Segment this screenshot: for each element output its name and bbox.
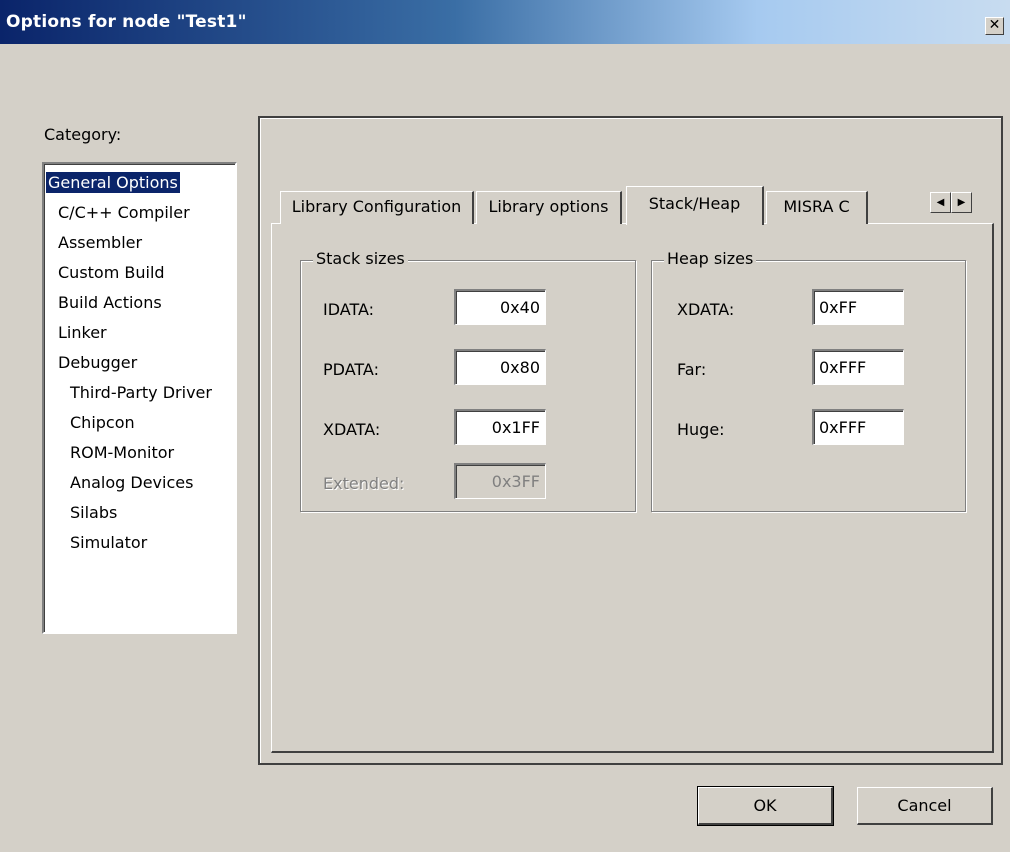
heap-huge-label: Huge: [677,420,725,439]
stack-idata-label: IDATA: [323,300,375,319]
category-item-chipcon[interactable]: Chipcon [44,408,235,438]
category-item-simulator[interactable]: Simulator [44,528,235,558]
tab-library-configuration[interactable]: Library Configuration [280,191,474,224]
title-bar: Options for node "Test1" ✕ [0,0,1010,44]
tab-page-stack-heap: Stack sizes IDATA: PDATA: XDATA: Extende… [271,223,994,753]
stack-sizes-group: Stack sizes IDATA: PDATA: XDATA: Extende… [300,249,636,512]
category-item-linker[interactable]: Linker [44,318,235,348]
category-item-general-options[interactable]: General Options [44,168,235,198]
category-item-custom-build[interactable]: Custom Build [44,258,235,288]
stack-extended-label: Extended: [323,474,405,493]
category-item-debugger[interactable]: Debugger [44,348,235,378]
category-item-analog-devices[interactable]: Analog Devices [44,468,235,498]
stack-sizes-title: Stack sizes [313,249,408,269]
close-button[interactable]: ✕ [985,17,1004,35]
heap-xdata-label: XDATA: [677,300,735,319]
heap-far-input[interactable] [812,349,904,385]
heap-sizes-title: Heap sizes [664,249,757,269]
stack-xdata-input[interactable] [454,409,546,445]
arrow-left-icon: ◀ [936,197,945,208]
heap-far-label: Far: [677,360,707,379]
close-icon: ✕ [988,17,1001,33]
stack-extended-input [454,463,546,499]
heap-huge-input[interactable] [812,409,904,445]
tab-misra-c[interactable]: MISRA C [766,191,868,224]
category-item-assembler[interactable]: Assembler [44,228,235,258]
category-list[interactable]: General Options C/C++ Compiler Assembler… [42,162,237,634]
category-item-c-cpp-compiler[interactable]: C/C++ Compiler [44,198,235,228]
category-item-rom-monitor[interactable]: ROM-Monitor [44,438,235,468]
heap-xdata-input[interactable] [812,289,904,325]
category-label: Category: [44,125,122,144]
heap-sizes-group: Heap sizes XDATA: Far: Huge: [651,249,966,512]
tab-library-options[interactable]: Library options [476,191,622,224]
category-item-build-actions[interactable]: Build Actions [44,288,235,318]
tab-scroll-left-button[interactable]: ◀ [930,192,951,213]
tab-stack-heap[interactable]: Stack/Heap [626,186,764,225]
stack-idata-input[interactable] [454,289,546,325]
cancel-button[interactable]: Cancel [857,787,993,825]
category-item-silabs[interactable]: Silabs [44,498,235,528]
stack-pdata-label: PDATA: [323,360,379,379]
stack-xdata-label: XDATA: [323,420,381,439]
arrow-right-icon: ▶ [957,197,966,208]
tab-scroll-right-button[interactable]: ▶ [951,192,972,213]
window-title: Options for node "Test1" [6,12,247,32]
category-item-third-party-driver[interactable]: Third-Party Driver [44,378,235,408]
stack-pdata-input[interactable] [454,349,546,385]
ok-button[interactable]: OK [697,786,834,826]
